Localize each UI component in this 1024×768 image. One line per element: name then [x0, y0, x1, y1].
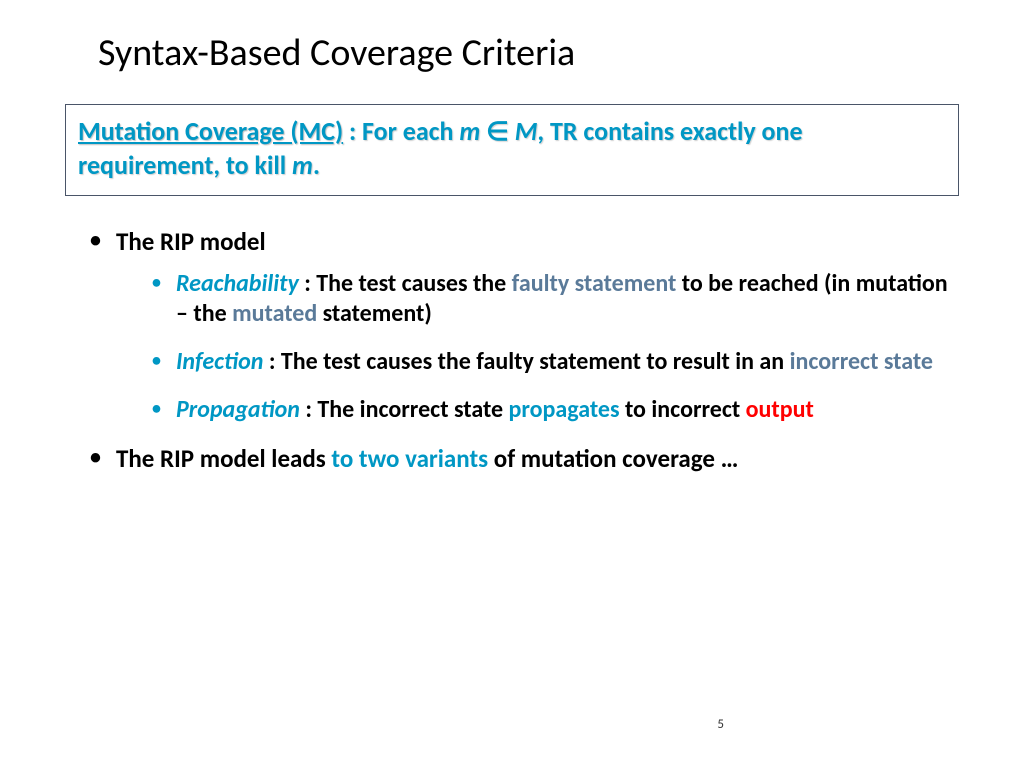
definition-label: Mutation Coverage (MC)	[78, 115, 343, 147]
slide-title: Syntax-Based Coverage Criteria	[98, 30, 974, 76]
list-item: The RIP model Reachability : The test ca…	[90, 226, 964, 425]
sub-list: Reachability : The test causes the fault…	[116, 269, 964, 425]
page-number: 5	[717, 717, 724, 732]
list-item: Reachability : The test causes the fault…	[152, 269, 964, 329]
slide: Syntax-Based Coverage Criteria Mutation …	[0, 0, 1024, 768]
list-item: Propagation : The incorrect state propag…	[152, 395, 964, 425]
list-item: Infection : The test causes the faulty s…	[152, 347, 964, 377]
propagation-label: Propagation	[176, 395, 300, 424]
content-area: The RIP model Reachability : The test ca…	[50, 226, 974, 475]
infection-label: Infection	[176, 347, 263, 376]
top-list: The RIP model Reachability : The test ca…	[60, 226, 964, 475]
rip-model-heading: The RIP model	[116, 226, 266, 257]
list-item: The RIP model leads to two variants of m…	[90, 443, 964, 474]
reachability-label: Reachability	[176, 269, 299, 298]
definition-box: Mutation Coverage (MC) : For each m ∈ M,…	[65, 104, 959, 196]
